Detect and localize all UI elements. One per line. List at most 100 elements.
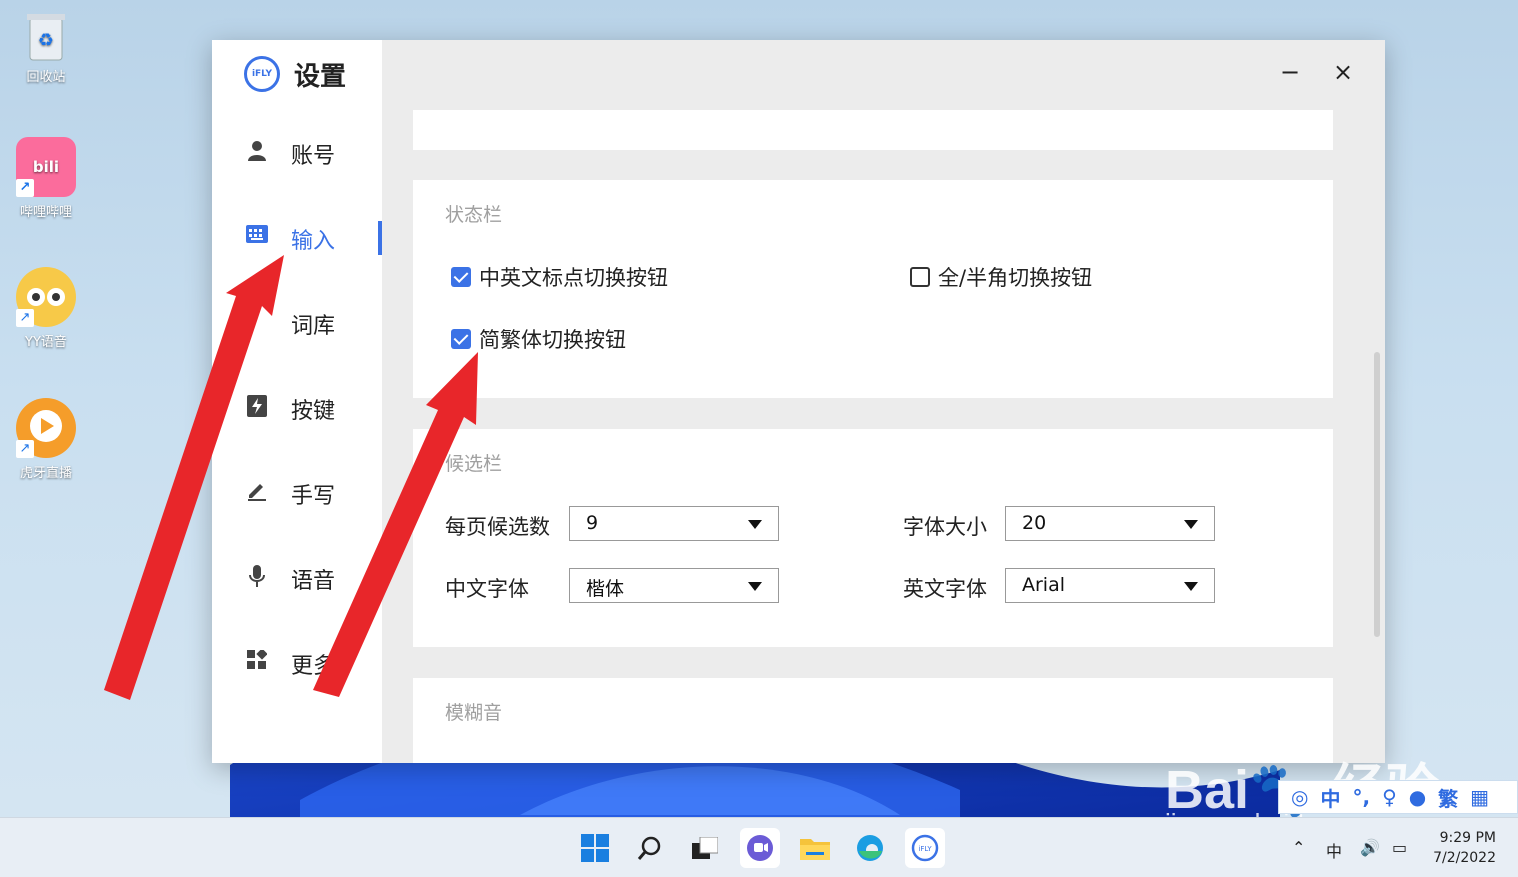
ime-mode-toggle[interactable]: 中 — [1320, 783, 1340, 812]
per-page-select[interactable]: 9 — [569, 506, 779, 541]
sidebar-item-account[interactable]: 账号 — [212, 128, 382, 178]
font-size-label: 字体大小 — [903, 515, 987, 539]
cn-font-label: 中文字体 — [445, 577, 529, 601]
dropdown-arrow-icon — [1184, 520, 1198, 529]
huya-icon: ↗ — [16, 398, 76, 458]
recycle-bin-icon: ♻ — [24, 10, 68, 62]
folder-icon — [800, 839, 830, 860]
ime-voice-icon[interactable]: ♀ — [1382, 785, 1397, 809]
desktop-icon-huya[interactable]: ↗ 虎牙直播 — [8, 398, 84, 481]
pen-icon — [246, 480, 268, 502]
microphone-icon — [246, 565, 268, 587]
scrollbar[interactable] — [1374, 352, 1380, 637]
sidebar-item-keys[interactable]: 按键 — [212, 383, 382, 433]
dropdown-arrow-icon — [748, 582, 762, 591]
svg-text:♻: ♻ — [38, 30, 54, 51]
desktop-icon-label: 哔哩哔哩 — [19, 205, 72, 220]
svg-text:iFLY: iFLY — [918, 845, 932, 853]
yy-icon: ↗ — [16, 267, 76, 327]
checkbox-unchecked[interactable] — [910, 267, 930, 287]
clock-date: 7/2/2022 — [1433, 850, 1496, 866]
section-title: 候选栏 — [445, 453, 503, 475]
file-explorer-button[interactable] — [795, 828, 835, 868]
desktop-icon-label: YY语音 — [25, 335, 67, 350]
clock-time: 9:29 PM — [1439, 830, 1496, 846]
edge-icon — [857, 835, 883, 861]
section-title: 模糊音 — [445, 702, 503, 724]
sidebar-item-label: 账号 — [291, 144, 336, 169]
sidebar-item-voice[interactable]: 语音 — [212, 553, 382, 603]
sidebar-item-label: 词库 — [291, 314, 336, 339]
active-indicator — [378, 221, 382, 255]
desktop-icon-label: 回收站 — [26, 70, 66, 85]
dropdown-arrow-icon — [1184, 582, 1198, 591]
system-clock[interactable]: 9:29 PM 7/2/2022 — [1433, 828, 1496, 868]
show-hidden-icons-icon[interactable]: ⌃ — [1292, 838, 1305, 857]
sidebar-item-label: 输入 — [291, 229, 336, 254]
checkbox-fullwidth-toggle[interactable]: 全/半角切换按钮 — [910, 262, 1092, 292]
en-font-select[interactable]: Arial — [1005, 568, 1215, 603]
ifly-logo-icon: iFLY — [244, 56, 280, 92]
sidebar-item-more[interactable]: 更多 — [212, 638, 382, 688]
ifly-taskbar-button[interactable]: iFLY — [905, 828, 945, 868]
desktop-icon-bilibili[interactable]: bili ↗ 哔哩哔哩 — [8, 137, 84, 220]
search-button[interactable] — [630, 828, 670, 868]
desktop-icon-recycle-bin[interactable]: ♻ 回收站 — [8, 10, 84, 85]
chat-icon — [747, 835, 773, 861]
search-icon — [637, 836, 661, 860]
select-value: 楷体 — [586, 578, 625, 600]
task-view-button[interactable] — [685, 828, 725, 868]
start-button[interactable] — [575, 828, 615, 868]
taskbar: iFLY ⌃ 中 🔊 ▭ 9:29 PM 7/2/2022 — [0, 817, 1518, 877]
ifly-ime-icon[interactable]: ◎ — [1291, 785, 1308, 809]
ime-indicator-icon[interactable]: 中 — [1326, 838, 1342, 862]
ime-punct-toggle[interactable]: °, — [1352, 785, 1370, 809]
sidebar-item-label: 手写 — [291, 484, 336, 509]
sidebar: iFLY 设置 账号 输入 词库 按键 手写 语音 更多 — [212, 40, 382, 763]
desktop-icon-yy[interactable]: ↗ YY语音 — [8, 267, 84, 350]
settings-window: iFLY 设置 账号 输入 词库 按键 手写 语音 更多 − × 状态栏 中英文… — [212, 40, 1385, 763]
user-icon — [246, 140, 268, 162]
volume-icon[interactable]: 🔊 — [1360, 838, 1380, 857]
battery-icon[interactable]: ▭ — [1392, 838, 1407, 857]
chat-button[interactable] — [740, 828, 780, 868]
dropdown-arrow-icon — [748, 520, 762, 529]
ime-status-bar[interactable]: ◎ 中 °, ♀ ● 繁 ▦ — [1278, 780, 1518, 814]
checkbox-checked[interactable] — [451, 267, 471, 287]
section-title: 状态栏 — [445, 204, 503, 226]
lightning-icon — [246, 395, 268, 417]
sidebar-item-handwriting[interactable]: 手写 — [212, 468, 382, 518]
statusbar-section: 状态栏 中英文标点切换按钮 全/半角切换按钮 简繁体切换按钮 — [413, 180, 1333, 398]
sidebar-item-label: 按键 — [291, 399, 336, 424]
select-value: Arial — [1022, 574, 1066, 596]
edge-button[interactable] — [850, 828, 890, 868]
ime-trad-toggle[interactable]: 繁 — [1438, 783, 1458, 812]
ime-grid-icon[interactable]: ▦ — [1470, 785, 1489, 809]
checkbox-punct-toggle[interactable]: 中英文标点切换按钮 — [451, 262, 668, 292]
checkbox-checked[interactable] — [451, 329, 471, 349]
bilibili-icon: bili ↗ — [16, 137, 76, 197]
windows-icon — [581, 834, 609, 862]
checkbox-label: 全/半角切换按钮 — [938, 266, 1093, 290]
previous-section-panel — [413, 110, 1333, 150]
sidebar-item-label: 更多 — [291, 654, 336, 679]
select-value: 20 — [1022, 512, 1047, 534]
sidebar-item-input[interactable]: 输入 — [212, 213, 382, 263]
per-page-label: 每页候选数 — [445, 515, 550, 539]
sidebar-item-library[interactable]: 词库 — [212, 298, 382, 348]
font-size-select[interactable]: 20 — [1005, 506, 1215, 541]
checkbox-label: 简繁体切换按钮 — [479, 328, 626, 352]
checkbox-simplified-traditional-toggle[interactable]: 简繁体切换按钮 — [451, 324, 626, 354]
close-button[interactable]: × — [1328, 58, 1358, 86]
ime-user-icon[interactable]: ● — [1409, 785, 1426, 809]
minimize-button[interactable]: − — [1275, 58, 1305, 86]
select-value: 9 — [586, 512, 599, 534]
checkbox-label: 中英文标点切换按钮 — [479, 266, 668, 290]
window-title: 设置 — [294, 62, 347, 92]
grid-icon — [246, 648, 268, 672]
library-icon — [246, 310, 268, 332]
candidate-section: 候选栏 每页候选数 9 字体大小 20 中文字体 楷体 英文字体 Arial — [413, 429, 1333, 647]
task-view-icon — [692, 837, 718, 859]
cn-font-select[interactable]: 楷体 — [569, 568, 779, 603]
ifly-icon: iFLY — [911, 834, 939, 862]
